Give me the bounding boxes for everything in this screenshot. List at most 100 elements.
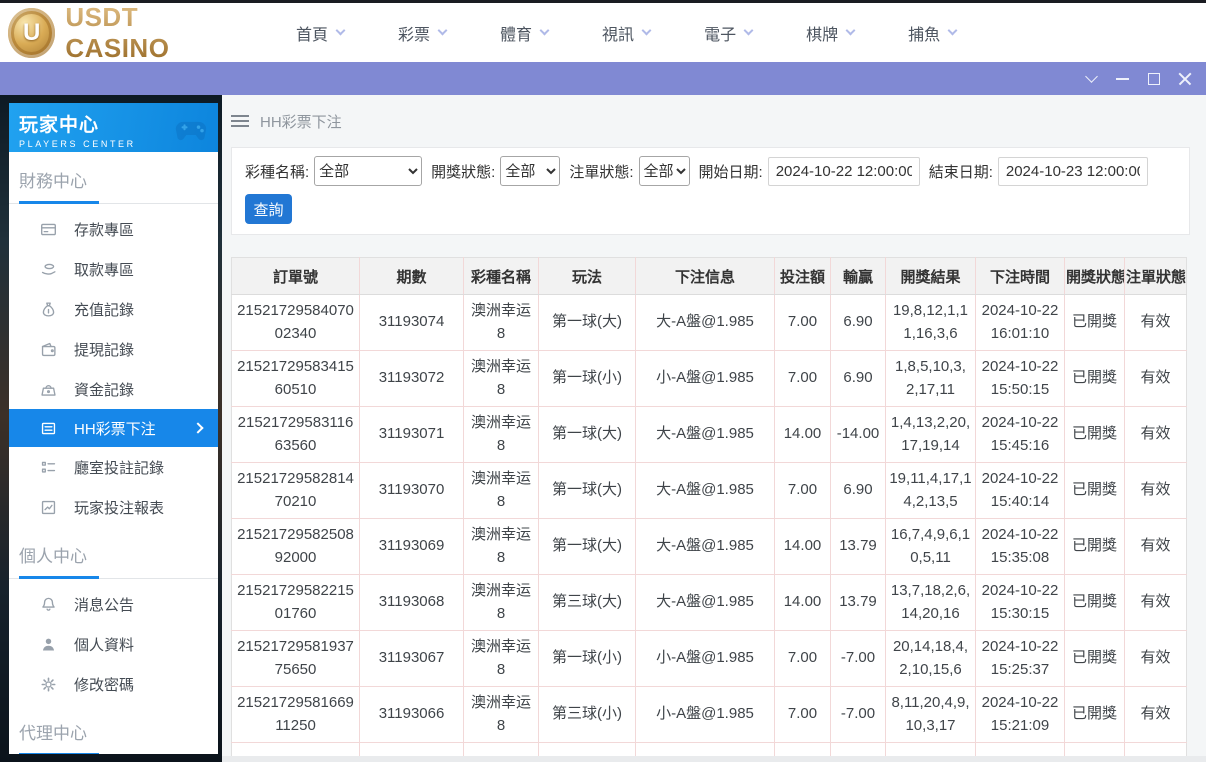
table-cell: 第一球(大) xyxy=(539,407,636,463)
table-cell: 2152172958221501760 xyxy=(232,575,360,631)
table-cell: 澳洲幸运8 xyxy=(464,407,539,463)
sidebar-item-withdrawal-records[interactable]: 提現記錄 xyxy=(9,329,218,369)
nav-item-fishing[interactable]: 捕魚 xyxy=(908,21,956,45)
gamepad-icon xyxy=(170,107,212,149)
sidebar-section-agent: 代理中心 xyxy=(9,704,218,753)
table-header-cell: 下注時間 xyxy=(976,258,1065,295)
table-cell: 第一球(小) xyxy=(539,631,636,687)
menu-toggle-icon[interactable] xyxy=(231,115,249,127)
nav-item-home[interactable]: 首頁 xyxy=(296,21,344,45)
table-cell: 2024-10-22 15:25:37 xyxy=(976,631,1065,687)
nav-item-slots[interactable]: 電子 xyxy=(704,21,752,45)
logo[interactable]: U USDT CASINO xyxy=(0,2,240,64)
draw-status-select[interactable]: 全部 xyxy=(500,156,560,186)
horizontal-scrollbar[interactable] xyxy=(222,756,1206,762)
sidebar-item-funds-records[interactable]: 資金記錄 xyxy=(9,369,218,409)
table-header-cell: 期數 xyxy=(360,258,464,295)
sidebar-item-label: 個人資料 xyxy=(74,634,134,655)
sidebar-item-room-bet-records[interactable]: 廳室投註記錄 xyxy=(9,447,218,487)
table-row: 215217295840700234031193074澳洲幸运8第一球(大)大-… xyxy=(232,295,1187,351)
logo-text: USDT CASINO xyxy=(65,2,240,64)
table-cell: 已開獎 xyxy=(1065,687,1125,743)
table-cell: 7.00 xyxy=(775,351,831,407)
maximize-button[interactable] xyxy=(1138,62,1169,95)
nav-item-label: 電子 xyxy=(704,21,736,45)
table-cell: 2024-10-22 16:01:10 xyxy=(976,295,1065,351)
table-cell: 6.90 xyxy=(831,351,886,407)
sidebar-item-label: 存款專區 xyxy=(74,219,134,240)
table-cell: 31193074 xyxy=(360,295,464,351)
table-cell: 2024-10-22 15:40:14 xyxy=(976,463,1065,519)
start-date-input[interactable] xyxy=(768,157,920,186)
sidebar-item-change-password[interactable]: 修改密碼 xyxy=(9,664,218,704)
table-cell: 2024-10-22 15:30:15 xyxy=(976,575,1065,631)
lottery-name-select[interactable]: 全部 xyxy=(314,156,422,186)
sidebar-item-recharge-records[interactable]: 充值記錄 xyxy=(9,289,218,329)
close-button[interactable] xyxy=(1169,62,1200,95)
table-cell: 大-A盤@1.985 xyxy=(636,407,775,463)
collapse-button[interactable] xyxy=(1076,62,1107,95)
table-cell: 2152172958193775650 xyxy=(232,631,360,687)
sidebar-item-label: 消息公告 xyxy=(74,594,134,615)
sidebar-header: 玩家中心 PLAYERS CENTER xyxy=(9,103,218,152)
table-cell: 2152172958166911250 xyxy=(232,687,360,743)
table-cell: 澳洲幸运8 xyxy=(464,463,539,519)
table-cell: 大-A盤@1.985 xyxy=(636,519,775,575)
hand-coin-icon xyxy=(40,260,58,278)
sidebar-item-withdraw[interactable]: 取款專區 xyxy=(9,249,218,289)
filter-label: 開獎狀態: xyxy=(431,161,495,182)
window-titlebar xyxy=(0,62,1206,95)
end-date-input[interactable] xyxy=(998,157,1148,186)
table-header-cell: 下注信息 xyxy=(636,258,775,295)
filter-row: 彩種名稱:全部開獎狀態:全部注單狀態:全部開始日期:結束日期: xyxy=(245,156,1176,186)
table-cell: 7.00 xyxy=(775,687,831,743)
section-underline xyxy=(9,753,218,754)
nav-item-live[interactable]: 視訊 xyxy=(602,21,650,45)
wallet-icon xyxy=(40,340,58,358)
nav-item-lottery[interactable]: 彩票 xyxy=(398,21,446,45)
table-cell: 澳洲幸运8 xyxy=(464,351,539,407)
table-cell: 大-A盤@1.985 xyxy=(636,575,775,631)
table-cell: 有效 xyxy=(1125,519,1187,575)
nav-item-label: 視訊 xyxy=(602,21,634,45)
nav-item-label: 棋牌 xyxy=(806,21,838,45)
table-cell: 小-A盤@1.985 xyxy=(636,351,775,407)
sidebar-item-messages[interactable]: 消息公告 xyxy=(9,584,218,624)
table-cell: 2024-10-22 15:21:09 xyxy=(976,687,1065,743)
table-row: 215217295822150176031193068澳洲幸运8第三球(大)大-… xyxy=(232,575,1187,631)
table-cell: 7.00 xyxy=(775,295,831,351)
minimize-button[interactable] xyxy=(1107,62,1138,95)
table-cell: 有效 xyxy=(1125,687,1187,743)
nav-menu: 首頁 彩票 體育 視訊 電子 棋牌 捕魚 xyxy=(296,21,956,45)
nav-item-sports[interactable]: 體育 xyxy=(500,21,548,45)
table-cell: 第一球(大) xyxy=(539,519,636,575)
page-title: HH彩票下注 xyxy=(260,111,342,132)
table-cell: -7.00 xyxy=(831,631,886,687)
nav-item-cards[interactable]: 棋牌 xyxy=(806,21,854,45)
chevron-right-icon xyxy=(192,422,203,433)
sidebar-item-player-bet-report[interactable]: 玩家投注報表 xyxy=(9,487,218,527)
order-status-select[interactable]: 全部 xyxy=(639,156,690,186)
table-cell: 31193069 xyxy=(360,519,464,575)
section-underline xyxy=(9,201,218,204)
table-cell: 已開獎 xyxy=(1065,463,1125,519)
table-cell: 有效 xyxy=(1125,463,1187,519)
filter-panel: 彩種名稱:全部開獎狀態:全部注單狀態:全部開始日期:結束日期: 查詢 xyxy=(231,147,1190,235)
table-row: 215217295819377565031193067澳洲幸运8第一球(小)小-… xyxy=(232,631,1187,687)
table-cell: 已開獎 xyxy=(1065,519,1125,575)
search-button[interactable]: 查詢 xyxy=(245,194,292,224)
coin-letter: U xyxy=(23,19,40,47)
sidebar-item-deposit[interactable]: 存款專區 xyxy=(9,209,218,249)
table-row: 215217295816691125031193066澳洲幸运8第三球(小)小-… xyxy=(232,687,1187,743)
sidebar-item-hh-lottery-bets[interactable]: HH彩票下注 xyxy=(9,409,218,447)
filter-label: 彩種名稱: xyxy=(245,161,309,182)
table-cell: 第一球(大) xyxy=(539,295,636,351)
table-cell: 澳洲幸运8 xyxy=(464,295,539,351)
maximize-icon xyxy=(1148,73,1160,85)
sidebar-item-profile[interactable]: 個人資料 xyxy=(9,624,218,664)
table-cell: 31193071 xyxy=(360,407,464,463)
sidebar-item-label: 取款專區 xyxy=(74,259,134,280)
table-cell: 有效 xyxy=(1125,631,1187,687)
table-header-cell: 投注額 xyxy=(775,258,831,295)
bets-table-wrap: 訂單號期數彩種名稱玩法下注信息投注額輸贏開獎結果下注時間開獎狀態注單狀態 215… xyxy=(231,257,1190,762)
